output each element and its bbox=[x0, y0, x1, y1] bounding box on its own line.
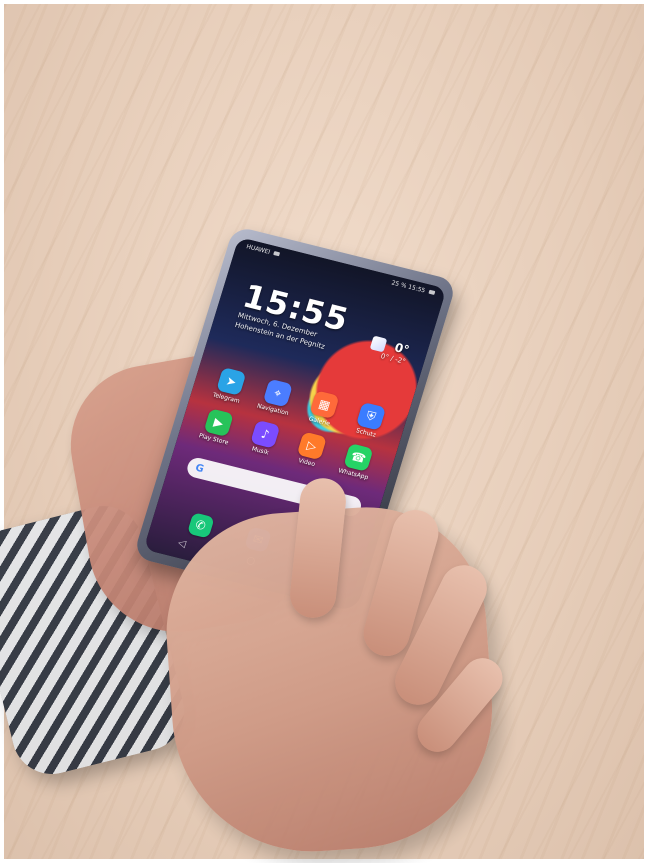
shield-icon: ⛨ bbox=[355, 401, 387, 431]
gallery-icon: ▦ bbox=[309, 390, 340, 420]
play-icon: ▶ bbox=[203, 408, 234, 438]
signal-icon bbox=[273, 251, 281, 257]
google-g-icon: G bbox=[194, 462, 206, 475]
back-button[interactable]: ◁ bbox=[177, 537, 188, 549]
video-icon: ▷ bbox=[296, 431, 328, 461]
music-icon: ♪ bbox=[250, 419, 281, 449]
telegram-icon: ➤ bbox=[216, 367, 247, 396]
whatsapp-icon: ☎ bbox=[343, 443, 374, 472]
navigation-icon: ⌖ bbox=[262, 378, 294, 408]
photo-scene: HUAWEI 25 % 15:55 15:55 Mittwoch, 6. Dez… bbox=[0, 0, 648, 863]
carrier-label: HUAWEI bbox=[245, 242, 272, 256]
battery-icon bbox=[428, 289, 436, 295]
